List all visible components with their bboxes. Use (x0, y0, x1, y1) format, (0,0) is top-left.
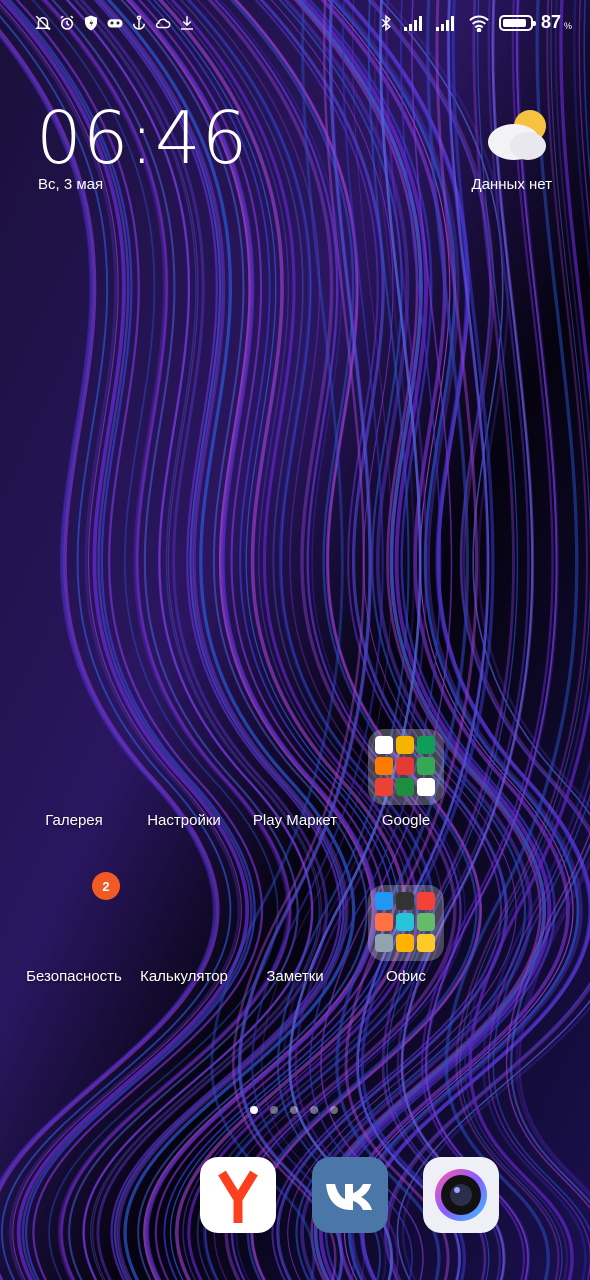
wifi-icon (467, 14, 491, 32)
bluetooth-icon (377, 14, 395, 32)
office-folder-mini-icon (375, 892, 393, 910)
yandex-logo (218, 1170, 258, 1223)
office-folder-mini-icon (396, 934, 414, 952)
page-dot[interactable] (250, 1106, 258, 1114)
app-security-text: Безопасность (26, 968, 122, 985)
google-folder-mini-icon (417, 757, 435, 775)
folder-office-grid (375, 892, 435, 952)
office-folder-mini-icon (375, 934, 393, 952)
office-folder-mini-icon (396, 892, 414, 910)
folder-google-grid (375, 736, 435, 796)
google-folder-mini-icon (396, 757, 414, 775)
google-folder-mini-icon (417, 778, 435, 796)
gamepad-icon (106, 14, 124, 32)
page-dot[interactable] (330, 1106, 338, 1114)
clock-date[interactable]: Вс, 3 мая (38, 176, 103, 193)
download-icon (178, 14, 196, 32)
vk-icon[interactable] (312, 1157, 388, 1233)
office-folder-mini-icon (417, 913, 435, 931)
app-gallery-label[interactable]: Галерея (14, 812, 134, 830)
clock-widget[interactable]: 06:46 (36, 96, 249, 180)
battery-icon (498, 14, 536, 31)
yandex-browser-icon[interactable] (200, 1157, 276, 1233)
office-folder-mini-icon (375, 913, 393, 931)
page-dot[interactable] (290, 1106, 298, 1114)
weather-status[interactable]: Данных нет (471, 176, 552, 193)
page-indicator[interactable] (250, 1106, 338, 1114)
google-folder-mini-icon (396, 778, 414, 796)
status-bar: 87 % (0, 0, 590, 52)
battery-percent-sign: % (563, 20, 572, 31)
folder-google[interactable] (368, 729, 444, 805)
cloud-icon (154, 14, 172, 32)
alarm-icon (58, 14, 76, 32)
app-security-label[interactable]: Безопасность (14, 968, 134, 986)
partly-cloudy-icon[interactable] (484, 106, 554, 166)
battery-level: 87 (540, 12, 561, 32)
folder-google-label[interactable]: Google (346, 812, 466, 830)
app-calculator-label[interactable]: Калькулятор (124, 968, 244, 986)
office-folder-mini-icon (396, 913, 414, 931)
system-status: 87 % (377, 12, 572, 33)
app-settings-label[interactable]: Настройки (124, 812, 244, 830)
page-dot[interactable] (310, 1106, 318, 1114)
anchor-icon (130, 14, 148, 32)
shield-icon (82, 14, 100, 32)
office-folder-mini-icon (417, 934, 435, 952)
google-folder-mini-icon (375, 736, 393, 754)
vk-logo (326, 1183, 372, 1210)
clock-time: 06:46 (36, 96, 249, 180)
app-notes-label[interactable]: Заметки (235, 968, 355, 986)
google-folder-mini-icon (417, 736, 435, 754)
folder-office-label[interactable]: Офис (346, 968, 466, 986)
signal-icon (435, 14, 459, 32)
google-folder-mini-icon (375, 757, 393, 775)
signal-icon (403, 14, 427, 32)
notification-badge: 2 (92, 872, 120, 900)
app-play-market-label[interactable]: Play Маркет (235, 812, 355, 830)
page-dot[interactable] (270, 1106, 278, 1114)
office-folder-mini-icon (417, 892, 435, 910)
battery-tip (532, 20, 536, 26)
google-folder-mini-icon (396, 736, 414, 754)
muted-bell-icon (34, 14, 52, 32)
battery-fill (502, 18, 526, 27)
notification-icons (34, 14, 196, 32)
folder-office[interactable] (368, 885, 444, 961)
camera-lens (435, 1169, 487, 1221)
camera-icon[interactable] (423, 1157, 499, 1233)
google-folder-mini-icon (375, 778, 393, 796)
